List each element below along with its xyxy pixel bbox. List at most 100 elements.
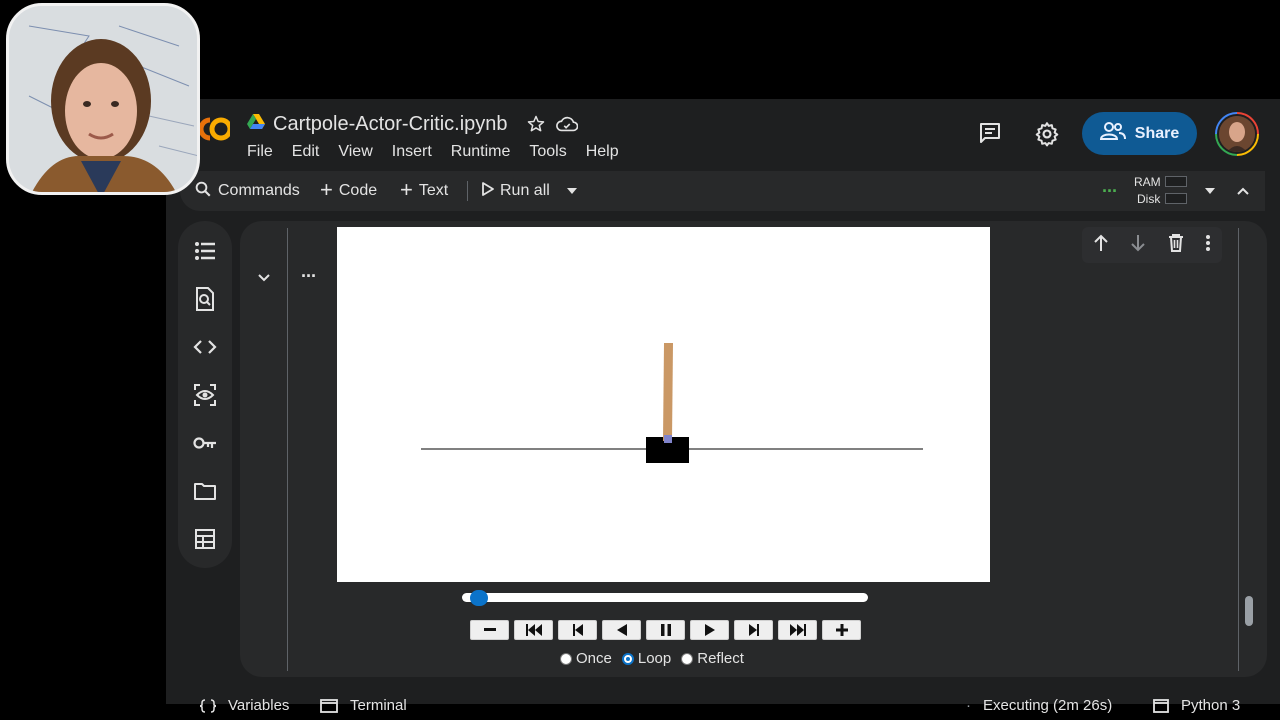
add-code-button[interactable]: + Code [320,171,377,211]
ram-label: RAM [1134,175,1161,189]
collapse-cell-button[interactable] [257,270,271,288]
previous-frame-button[interactable] [558,620,597,640]
webcam-overlay [6,3,200,195]
frame-slider[interactable] [462,593,868,602]
last-frame-button[interactable] [778,620,817,640]
resources-dropdown[interactable] [1204,171,1216,211]
frame-slider-thumb[interactable] [469,590,488,606]
more-horiz-icon: ··· [301,266,317,286]
status-bar: Variables Terminal · Executing (2m 26s) … [166,694,1280,720]
plus-icon: + [320,177,333,202]
cell-toolbar [1082,227,1222,263]
menu-file[interactable]: File [247,143,273,161]
cell-left-border [287,228,288,671]
search-icon [194,180,212,203]
radio-button[interactable] [681,652,694,665]
next-frame-button[interactable] [734,620,773,640]
more-dots-icon: ··· [1102,180,1118,201]
notebook-filename[interactable]: Cartpole-Actor-Critic.ipynb [273,113,508,136]
pole [663,343,673,441]
variables-tab[interactable]: Variables [200,697,289,714]
star-icon[interactable] [526,114,546,134]
menu-insert[interactable]: Insert [392,143,432,161]
terminal-tab[interactable]: Terminal [320,697,407,714]
avatar-image [1217,114,1257,154]
cell-right-border [1238,228,1239,671]
variables-label: Variables [228,697,290,714]
caret-down-icon [1205,188,1215,194]
commands-button[interactable]: Commands [194,171,300,211]
play-button[interactable] [690,620,729,640]
skip-to-end-icon [789,624,806,636]
radio-button[interactable] [621,652,634,665]
connection-status-dots[interactable]: ··· [1102,171,1118,211]
account-avatar[interactable] [1215,112,1259,156]
play-reverse-button[interactable] [602,620,641,640]
side-rail [178,221,232,568]
notebook-toolbar: Commands + Code + Text Run all ··· RAM D… [180,171,1265,211]
cartpole-frame [421,343,923,463]
more-vert-icon[interactable] [1205,234,1211,257]
find-in-page-icon[interactable] [193,287,217,311]
divider-dot: · [966,697,971,714]
share-label: Share [1134,124,1180,142]
code-snippets-icon[interactable] [193,335,217,359]
first-frame-button[interactable] [514,620,553,640]
commands-label: Commands [218,182,300,199]
people-icon [1099,122,1126,145]
run-options-dropdown[interactable] [566,171,578,211]
vertical-scrollbar[interactable] [1245,596,1253,626]
key-icon[interactable] [193,431,217,455]
data-table-icon[interactable] [193,527,217,551]
share-button[interactable]: Share [1082,112,1197,155]
disk-usage-bar[interactable] [1165,193,1187,204]
notebook-title-row: Cartpole-Actor-Critic.ipynb [247,110,578,138]
menu-help[interactable]: Help [586,143,619,161]
cloud-saved-icon[interactable] [555,115,578,133]
play-icon [482,181,494,201]
delete-icon[interactable] [1168,233,1184,257]
radio-reflect[interactable]: Reflect [681,650,744,667]
skip-to-start-icon [525,624,542,636]
toolbar-divider [467,181,468,201]
gear-icon[interactable] [1034,121,1060,147]
output-actions-button[interactable]: ··· [301,266,317,287]
menu-edit[interactable]: Edit [292,143,320,161]
add-text-button[interactable]: + Text [400,171,448,211]
menu-view[interactable]: View [338,143,372,161]
move-down-icon[interactable] [1130,234,1146,257]
run-all-label: Run all [500,182,550,199]
execution-status[interactable]: · Executing (2m 26s) [966,697,1112,714]
menu-tools[interactable]: Tools [529,143,566,161]
radio-loop[interactable]: Loop [621,650,671,667]
run-all-button[interactable]: Run all [482,171,550,211]
comment-icon[interactable] [978,121,1002,145]
radio-button[interactable] [560,652,572,665]
folder-icon[interactable] [193,479,217,503]
menu-runtime[interactable]: Runtime [451,143,511,161]
play-icon [704,624,715,636]
colab-logo [198,115,233,148]
drive-icon [247,113,265,135]
increase-speed-button[interactable] [822,620,861,640]
cartpole-render [337,227,990,582]
pause-button[interactable] [646,620,685,640]
move-up-icon[interactable] [1093,234,1109,257]
collapse-header-button[interactable] [1236,171,1250,211]
ram-usage-bar[interactable] [1165,176,1187,187]
axle [664,435,672,443]
terminal-icon [320,698,338,713]
decrease-speed-button[interactable] [470,620,509,640]
runtime-icon [1153,698,1169,713]
variable-inspector-icon[interactable] [193,383,217,407]
code-label: Code [338,182,378,199]
table-of-contents-icon[interactable] [193,239,217,263]
runtime-label: Python 3 [1181,697,1241,714]
chevron-down-icon [258,274,270,282]
presenter-video [9,6,197,192]
animation-controls [470,620,861,640]
radio-once[interactable]: Once [560,650,612,667]
runtime-type[interactable]: Python 3 [1153,697,1240,714]
chevron-up-icon [1237,187,1249,195]
pause-icon [660,624,671,636]
